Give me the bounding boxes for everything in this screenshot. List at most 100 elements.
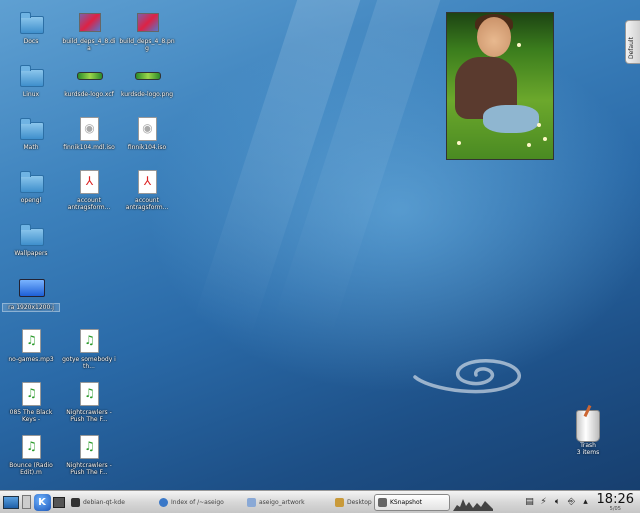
task-label: aseigo_artwork: [259, 498, 305, 506]
icon-label: opengl: [20, 197, 42, 204]
trash-label: Trash: [580, 442, 596, 449]
activity-default-tab[interactable]: Default: [625, 20, 640, 64]
desktop-icon-docs[interactable]: Docs: [3, 10, 59, 45]
task-label: Desktop: [347, 498, 372, 506]
task-label: Index of /~aseigo: [171, 498, 224, 506]
desktop-icon-nightcrawlers-2[interactable]: ♫ Nightcrawlers - Push The F...: [61, 434, 117, 476]
digital-clock[interactable]: 18:26 5/05: [597, 493, 634, 512]
trash-widget[interactable]: Trash 3 items: [570, 410, 606, 456]
disc-image-icon: ◉: [76, 116, 102, 142]
flower-dot: [527, 143, 531, 147]
icon-label: Math: [23, 144, 39, 151]
taskbar-panel: K debian-qt-kde Index of /~aseigo aseigo…: [0, 490, 640, 513]
image-file-icon: [134, 63, 161, 89]
folder-icon: [18, 63, 44, 89]
desktop-icon-nightcrawlers-1[interactable]: ♫ Nightcrawlers - Push The F...: [61, 381, 117, 423]
trash-item-count: 3 items: [576, 449, 600, 456]
audio-file-icon: ♫: [18, 434, 44, 460]
audio-file-icon: ♫: [18, 328, 44, 354]
icon-label: finnik104.iso: [127, 144, 167, 151]
desktop-icon-finnik-mdl-iso[interactable]: ◉ finnik104.mdl.iso: [61, 116, 117, 151]
icon-label: account antragsform...: [67, 197, 111, 211]
task-desktop[interactable]: Desktop: [332, 494, 372, 511]
icon-label: account antragsform...: [125, 197, 169, 211]
system-monitor-icon[interactable]: [52, 493, 66, 511]
icon-label: build_deps_4_8.png: [119, 38, 175, 52]
kde-menu-icon[interactable]: K: [32, 493, 52, 511]
task-index-of-aseigo[interactable]: Index of /~aseigo: [156, 494, 242, 511]
task-label: KSnapshot: [390, 498, 422, 506]
icon-label: build_deps_4_8.dia: [62, 38, 116, 52]
image-file-icon: [18, 275, 45, 301]
tray-expand-icon[interactable]: ▴: [581, 496, 591, 508]
desktop-icon-no-games[interactable]: ♫ no-games.mp3: [3, 328, 59, 363]
system-tray: ▤ ⚡ 🔈︎ ⎆ ▴ 18:26 5/05: [523, 492, 640, 512]
flower-dot: [537, 123, 541, 127]
icon-label: kurdsde-logo.xcf: [64, 91, 114, 98]
desktop-icon-build-deps-dia[interactable]: build_deps_4_8.dia: [61, 10, 117, 52]
diagram-file-icon: [134, 10, 160, 36]
desktop-icon-linux[interactable]: Linux: [3, 63, 59, 98]
icon-label: ra 1920x1200.j: [2, 303, 60, 312]
xcf-file-icon: [76, 63, 103, 89]
desktop[interactable]: Docs Linux Math opengl Wallpapers ra 192…: [0, 0, 640, 490]
clock-time: 18:26: [596, 491, 634, 507]
desktop-folder-icon: [335, 497, 344, 507]
photo-frame-widget[interactable]: [446, 12, 554, 160]
desktop-icon-build-deps-png[interactable]: build_deps_4_8.png: [119, 10, 175, 52]
pdf-file-icon: ⅄: [76, 169, 102, 195]
pager-icon[interactable]: [20, 493, 32, 511]
desktop-icon-gotye[interactable]: ♫ gotye somebody i th...: [61, 328, 117, 370]
audio-file-icon: ♫: [76, 434, 102, 460]
desktop-icon-opengl[interactable]: opengl: [3, 169, 59, 204]
icon-label: Linux: [22, 91, 40, 98]
audio-file-icon: ♫: [76, 381, 102, 407]
desktop-icon-kurdsde-png[interactable]: kurdsde-logo.png: [119, 63, 175, 98]
desktop-icon-math[interactable]: Math: [3, 116, 59, 151]
show-desktop-icon[interactable]: [2, 493, 20, 511]
konqueror-icon: [159, 497, 168, 507]
debian-swirl-logo: [413, 359, 521, 394]
icon-label: no-games.mp3: [8, 356, 54, 363]
desktop-icon-kurdsde-xcf[interactable]: kurdsde-logo.xcf: [61, 63, 117, 98]
icon-label: Nightcrawlers - Push The F...: [66, 409, 112, 423]
desktop-icon-ra-image[interactable]: ra 1920x1200.j: [2, 275, 60, 312]
icon-label: finnik104.mdl.iso: [63, 144, 115, 151]
usb-device-icon[interactable]: ⎆: [567, 496, 577, 508]
task-debian-qt-kde[interactable]: debian-qt-kde: [68, 494, 154, 511]
flower-dot: [457, 141, 461, 145]
desktop-icon-finnik-iso[interactable]: ◉ finnik104.iso: [119, 116, 175, 151]
desktop-icon-black-keys[interactable]: ♫ 085 The Black Keys -: [3, 381, 59, 423]
photo-child-legs: [483, 105, 539, 133]
desktop-icon-account-pdf-2[interactable]: ⅄ account antragsform...: [119, 169, 175, 211]
flower-dot: [517, 43, 521, 47]
audio-file-icon: ♫: [18, 381, 44, 407]
trash-icon: [576, 410, 600, 442]
clock-date: 5/05: [609, 505, 621, 512]
flower-dot: [543, 137, 547, 141]
volume-icon[interactable]: 🔈︎: [553, 496, 563, 508]
desktop-icon-wallpapers[interactable]: Wallpapers: [3, 222, 59, 257]
task-ksnapshot[interactable]: KSnapshot: [374, 493, 450, 511]
task-aseigo-artwork[interactable]: aseigo_artwork: [244, 494, 330, 511]
disc-image-icon: ◉: [134, 116, 160, 142]
pdf-file-icon: ⅄: [134, 169, 160, 195]
icon-label: Bounce (Radio Edit).m: [9, 462, 53, 476]
desktop-icon-account-pdf[interactable]: ⅄ account antragsform...: [61, 169, 117, 211]
icon-label: Wallpapers: [14, 250, 48, 257]
cpu-load-graph[interactable]: [453, 493, 493, 511]
icon-label: kurdsde-logo.png: [120, 91, 174, 98]
desktop-icon-bounce[interactable]: ♫ Bounce (Radio Edit).m: [3, 434, 59, 476]
network-icon[interactable]: ⚡: [539, 496, 549, 508]
folder-icon: [18, 222, 44, 248]
konversation-icon: [71, 497, 80, 507]
folder-icon: [18, 169, 44, 195]
klipper-clipboard-icon[interactable]: ▤: [525, 496, 535, 508]
activity-default-label: Default: [628, 37, 635, 59]
folder-icon: [18, 116, 44, 142]
dolphin-icon: [247, 497, 256, 507]
ksnapshot-icon: [378, 497, 387, 507]
photo-child-face: [477, 17, 511, 57]
diagram-file-icon: [76, 10, 102, 36]
audio-file-icon: ♫: [76, 328, 102, 354]
